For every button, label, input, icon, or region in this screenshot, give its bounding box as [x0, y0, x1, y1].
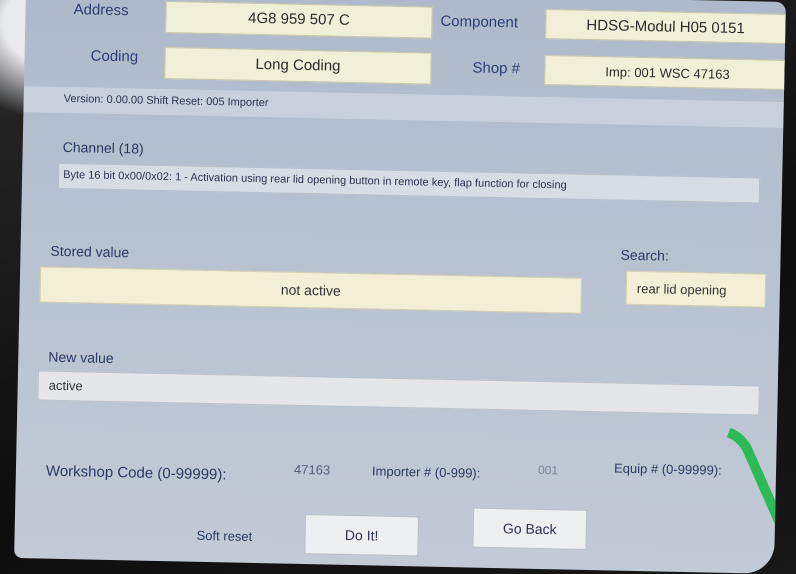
coding-field: Long Coding: [164, 47, 432, 85]
search-label: Search:: [620, 246, 669, 264]
channel-select[interactable]: Byte 16 bit 0x00/0x02: 1 - Activation us…: [57, 162, 761, 204]
address-label: Address: [73, 1, 129, 20]
workshop-code-value[interactable]: 47163: [294, 462, 330, 478]
do-it-button[interactable]: Do It!: [304, 514, 420, 557]
vcds-adaptation-window: Address 4G8 959 507 C Component HDSG-Mod…: [14, 0, 786, 574]
component-field: HDSG-Modul H05 0151: [545, 8, 786, 45]
new-value-select[interactable]: active: [37, 370, 760, 416]
workshop-code-label: Workshop Code (0-99999):: [45, 462, 227, 484]
stored-value-field: not active: [39, 266, 583, 314]
shop-label: Shop #: [472, 59, 521, 78]
shop-field: Imp: 001 WSC 47163: [544, 54, 786, 91]
info-band: Version: 0.00.00 Shift Reset: 005 Import…: [23, 86, 784, 128]
stored-value-label: Stored value: [50, 242, 130, 261]
part-number-field: 4G8 959 507 C: [165, 1, 433, 39]
new-value-label: New value: [48, 348, 114, 367]
new-value-text: active: [48, 377, 83, 394]
search-input[interactable]: rear lid opening: [625, 270, 767, 308]
component-label: Component: [440, 12, 519, 32]
soft-reset-label[interactable]: Soft reset: [196, 528, 252, 544]
coding-label: Coding: [90, 47, 139, 66]
green-check-mark: [672, 412, 786, 560]
importer-label: Importer # (0-999):: [371, 463, 481, 481]
go-back-button[interactable]: Go Back: [472, 507, 588, 550]
info-line: Version: 0.00.00 Shift Reset: 005 Import…: [63, 92, 269, 110]
channel-label: Channel (18): [62, 138, 144, 157]
importer-value[interactable]: 001: [538, 463, 558, 477]
channel-description: Byte 16 bit 0x00/0x02: 1 - Activation us…: [63, 168, 567, 192]
